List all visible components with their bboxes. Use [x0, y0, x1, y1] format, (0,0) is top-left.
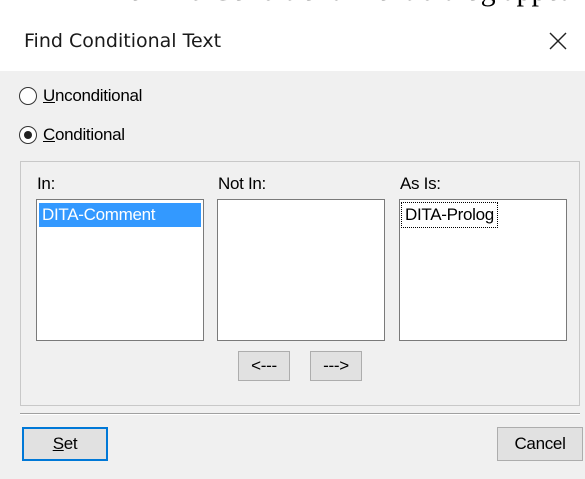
background-document-text: The Find Conditional Text dialog appears: [95, 0, 585, 8]
as-is-listbox[interactable]: DITA-Prolog: [399, 199, 567, 341]
close-button[interactable]: [538, 21, 578, 61]
conditional-radio[interactable]: [19, 126, 37, 144]
unconditional-label: Unconditional: [43, 86, 143, 105]
unconditional-radio[interactable]: [19, 87, 37, 105]
unconditional-option[interactable]: Unconditional: [19, 82, 142, 110]
not-in-column-label: Not In:: [218, 174, 266, 193]
conditional-option[interactable]: Conditional: [19, 121, 125, 149]
close-icon: [549, 32, 567, 50]
move-left-button[interactable]: <---: [238, 351, 290, 381]
not-in-listbox[interactable]: [217, 199, 385, 341]
dialog-title: Find Conditional Text: [24, 30, 222, 52]
in-column-label: In:: [37, 174, 56, 193]
list-item[interactable]: DITA-Prolog: [401, 202, 498, 228]
conditional-label: Conditional: [43, 125, 125, 144]
cancel-button[interactable]: Cancel: [497, 427, 583, 461]
title-bar: Find Conditional Text: [0, 9, 585, 71]
list-item[interactable]: DITA-Comment: [39, 203, 201, 227]
move-right-button[interactable]: --->: [310, 351, 362, 381]
find-conditional-text-dialog: Find Conditional Text Unconditional Cond…: [0, 9, 585, 479]
as-is-column-label: As Is:: [400, 174, 441, 193]
in-listbox[interactable]: DITA-Comment: [36, 199, 204, 341]
set-button[interactable]: Set: [22, 427, 108, 461]
separator: [20, 413, 580, 415]
